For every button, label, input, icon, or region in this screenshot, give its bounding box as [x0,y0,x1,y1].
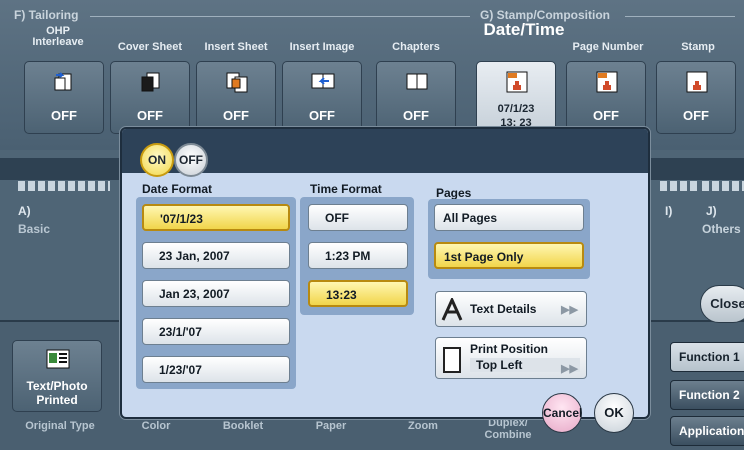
original-type-tab[interactable]: Original Type [14,420,106,432]
tab-indicator [660,181,698,191]
page-position-icon [443,347,461,373]
chapters-label: Chapters [392,41,440,53]
time-format-option[interactable]: 1:23 PM [308,242,408,269]
time-format-title: Time Format [310,182,382,196]
others-tab-label[interactable]: Others [702,222,741,236]
cover-sheet-icon [141,72,160,92]
page-number-value: OFF [593,108,619,123]
chevron-right-icon: ▶▶ [561,363,578,375]
insert-sheet-icon [226,72,248,93]
ohp-interleave-button[interactable]: OFF [24,61,104,134]
insert-image-button[interactable]: OFF [282,61,362,134]
date-time-value: 07/1/23 13: 23 [497,103,535,129]
page-number-icon [596,71,618,93]
basic-section-marker: A) [18,204,31,218]
chapters-button[interactable]: OFF [376,61,456,134]
function-1-tab[interactable]: Function 1 [670,342,744,372]
chapters-icon [406,73,428,90]
stamp-icon [686,71,708,93]
basic-tab-indicator [18,181,110,191]
stamp-label: Stamp [681,41,715,53]
section-tailoring-label: F) Tailoring [14,8,79,22]
section-divider [90,16,470,17]
pages-option[interactable]: All Pages [434,204,584,231]
ohp-interleave-label: OHP Interleave [32,25,84,48]
date-format-option[interactable]: '07/1/23 [142,204,290,231]
insert-image-value: OFF [309,108,335,123]
insert-sheet-value: OFF [223,108,249,123]
time-format-option[interactable]: 13:23 [308,280,408,307]
stamp-button[interactable]: OFF [656,61,736,134]
chapters-value: OFF [403,108,429,123]
stamp-value: OFF [683,108,709,123]
date-time-label: Date/Time [483,20,565,39]
date-format-title: Date Format [142,182,213,196]
insert-sheet-label: Insert Sheet [204,41,268,53]
application-tab[interactable]: Application [670,416,744,446]
page-number-button[interactable]: OFF [566,61,646,134]
on-toggle[interactable]: ON [140,143,174,177]
close-button[interactable]: Close [700,285,744,323]
pages-title: Pages [436,186,472,200]
original-type-button[interactable]: Text/Photo Printed [12,340,102,412]
booklet-tab[interactable]: Booklet [208,420,278,432]
paper-tab[interactable]: Paper [296,420,366,432]
basic-tab-label[interactable]: Basic [18,222,50,236]
date-time-dialog: ON OFF Date Format '07/1/23 23 Jan, 2007… [120,127,650,433]
insert-sheet-button[interactable]: OFF [196,61,276,134]
date-format-option[interactable]: 1/23/'07 [142,356,290,383]
zoom-tab[interactable]: Zoom [388,420,458,432]
cover-sheet-value: OFF [137,108,163,123]
text-a-icon [441,298,463,321]
text-photo-icon [46,349,70,369]
date-format-option[interactable]: 23 Jan, 2007 [142,242,290,269]
cover-sheet-button[interactable]: OFF [110,61,190,134]
date-time-button[interactable]: 07/1/23 13: 23 [476,61,556,134]
tab-indicator [702,181,744,191]
color-tab[interactable]: Color [126,420,186,432]
date-format-option[interactable]: Jan 23, 2007 [142,280,290,307]
section-i-marker: I) [665,204,673,218]
chevron-right-icon: ▶▶ [561,304,578,316]
text-details-button[interactable]: Text Details ▶▶ [435,291,587,327]
pages-option[interactable]: 1st Page Only [434,242,584,269]
off-toggle[interactable]: OFF [174,143,208,177]
section-j-marker: J) [706,204,717,218]
function-2-tab[interactable]: Function 2 [670,380,744,410]
print-position-button[interactable]: Print Position Top Left ▶▶ [435,337,587,379]
page-number-label: Page Number [572,41,644,53]
insert-image-icon [311,73,335,89]
ok-button[interactable]: OK [594,393,634,433]
print-position-label: Print Position [470,342,548,356]
date-time-stamp-icon [506,71,528,93]
ohp-interleave-value: OFF [51,108,77,123]
original-type-value: Text/Photo Printed [26,379,88,407]
insert-image-label: Insert Image [289,41,355,53]
ohp-interleave-icon [54,72,72,91]
section-divider [625,16,735,17]
duplex-combine-tab[interactable]: Duplex/ Combine [472,417,544,441]
text-details-label: Text Details [470,302,537,316]
date-format-option[interactable]: 23/1/'07 [142,318,290,345]
time-format-option[interactable]: OFF [308,204,408,231]
cover-sheet-label: Cover Sheet [117,41,183,53]
cancel-button[interactable]: Cancel [542,393,582,433]
